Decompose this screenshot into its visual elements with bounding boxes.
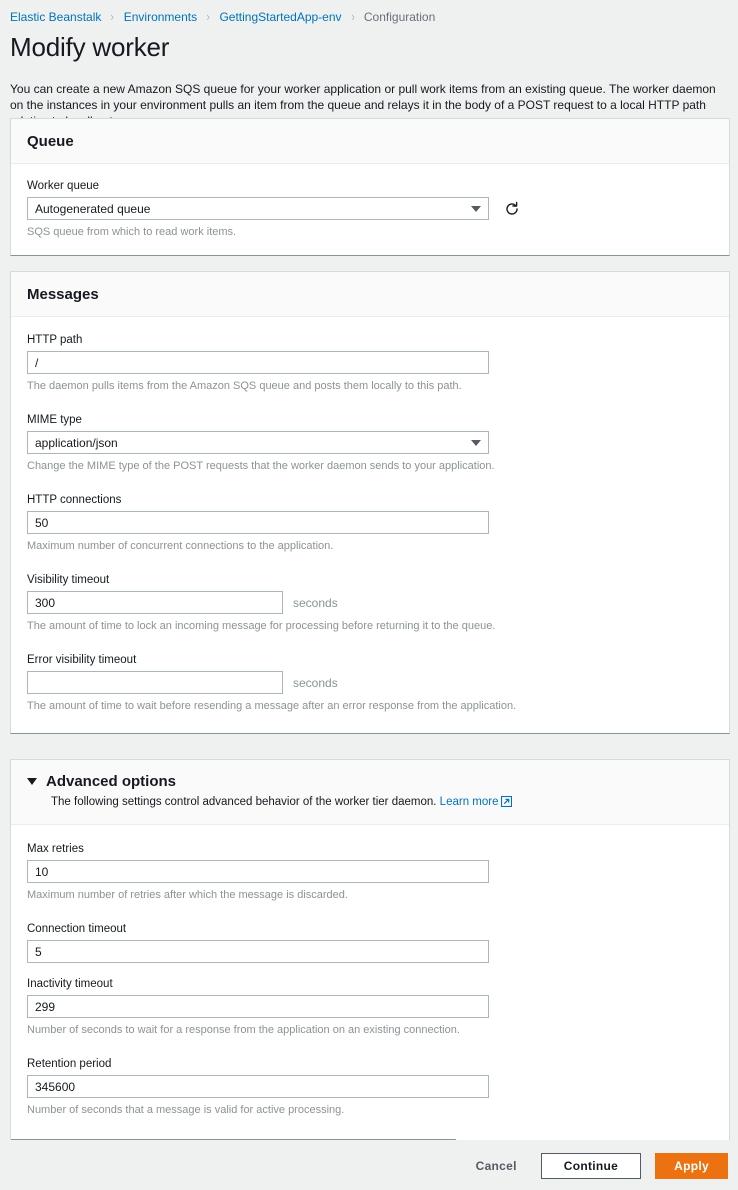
apply-button[interactable]: Apply	[655, 1153, 728, 1179]
messages-panel-body: HTTP path The daemon pulls items from th…	[11, 317, 729, 733]
error-visibility-timeout-field: Error visibility timeout seconds The amo…	[27, 654, 713, 713]
max-retries-field: Max retries Maximum number of retries af…	[27, 843, 713, 902]
messages-panel: Messages HTTP path The daemon pulls item…	[10, 271, 730, 734]
worker-queue-control-row: Autogenerated queue	[27, 197, 713, 220]
visibility-timeout-input[interactable]	[27, 591, 283, 614]
connection-timeout-input[interactable]	[27, 940, 489, 963]
cancel-button[interactable]: Cancel	[466, 1153, 527, 1179]
worker-queue-field: Worker queue Autogenerated queue	[27, 180, 713, 239]
http-path-label: HTTP path	[27, 334, 713, 346]
queue-panel-header: Queue	[11, 119, 729, 164]
inactivity-timeout-field: Inactivity timeout Number of seconds to …	[27, 978, 713, 1037]
visibility-timeout-field: Visibility timeout seconds The amount of…	[27, 574, 713, 633]
mime-type-select-wrap: application/json	[27, 431, 489, 454]
worker-queue-select[interactable]: Autogenerated queue	[27, 197, 489, 220]
advanced-options-title: Advanced options	[46, 773, 176, 790]
advanced-options-header[interactable]: Advanced options The following settings …	[11, 760, 729, 825]
advanced-options-panel: Advanced options The following settings …	[10, 759, 730, 1140]
refresh-icon[interactable]	[503, 200, 521, 218]
learn-more-link[interactable]: Learn more	[440, 796, 499, 808]
worker-queue-label: Worker queue	[27, 180, 713, 192]
retention-period-hint: Number of seconds that a message is vali…	[27, 1103, 713, 1117]
http-connections-input[interactable]	[27, 511, 489, 534]
messages-panel-header: Messages	[11, 272, 729, 317]
retention-period-label: Retention period	[27, 1058, 713, 1070]
http-path-field: HTTP path The daemon pulls items from th…	[27, 334, 713, 393]
mime-type-field: MIME type application/json Change the MI…	[27, 414, 713, 473]
worker-queue-select-value: Autogenerated queue	[35, 202, 150, 216]
breadcrumb-item-environment-name[interactable]: GettingStartedApp-env	[219, 10, 341, 24]
footer-action-bar: Cancel Continue Apply	[0, 1141, 738, 1190]
http-connections-field: HTTP connections Maximum number of concu…	[27, 494, 713, 553]
max-retries-label: Max retries	[27, 843, 713, 855]
breadcrumb-item-elastic-beanstalk[interactable]: Elastic Beanstalk	[10, 10, 101, 24]
connection-timeout-field: Connection timeout	[27, 923, 713, 963]
queue-panel: Queue Worker queue Autogenerated queue	[10, 118, 730, 256]
caret-down-icon[interactable]	[27, 778, 37, 785]
max-retries-input[interactable]	[27, 860, 489, 883]
error-visibility-timeout-input[interactable]	[27, 671, 283, 694]
breadcrumb-item-configuration: Configuration	[364, 10, 435, 24]
mime-type-hint: Change the MIME type of the POST request…	[27, 459, 713, 473]
page-title: Modify worker	[10, 32, 738, 63]
breadcrumb-separator-icon: ›	[207, 10, 210, 23]
visibility-timeout-unit: seconds	[293, 596, 338, 610]
visibility-timeout-label: Visibility timeout	[27, 574, 713, 586]
mime-type-label: MIME type	[27, 414, 713, 426]
advanced-options-subtitle-text: The following settings control advanced …	[51, 796, 436, 808]
breadcrumb-item-environments[interactable]: Environments	[124, 10, 197, 24]
advanced-options-title-row: Advanced options	[27, 773, 713, 790]
worker-queue-select-wrap: Autogenerated queue	[27, 197, 489, 220]
modify-worker-page: Elastic Beanstalk › Environments › Getti…	[0, 0, 738, 1190]
http-connections-label: HTTP connections	[27, 494, 713, 506]
messages-panel-title: Messages	[27, 286, 713, 303]
connection-timeout-label: Connection timeout	[27, 923, 713, 935]
queue-panel-title: Queue	[27, 133, 713, 150]
inactivity-timeout-hint: Number of seconds to wait for a response…	[27, 1023, 713, 1037]
external-link-icon[interactable]	[501, 796, 512, 810]
http-path-input[interactable]	[27, 351, 489, 374]
max-retries-hint: Maximum number of retries after which th…	[27, 888, 713, 902]
advanced-options-body: Max retries Maximum number of retries af…	[11, 825, 729, 1139]
mime-type-select[interactable]: application/json	[27, 431, 489, 454]
error-visibility-timeout-unit: seconds	[293, 676, 338, 690]
advanced-options-subtitle: The following settings control advanced …	[51, 796, 713, 810]
retention-period-input[interactable]	[27, 1075, 489, 1098]
inactivity-timeout-input[interactable]	[27, 995, 489, 1018]
worker-queue-hint: SQS queue from which to read work items.	[27, 225, 713, 239]
breadcrumb-separator-icon: ›	[111, 10, 114, 23]
advanced-options-bottom-rule	[11, 1139, 456, 1140]
visibility-timeout-hint: The amount of time to lock an incoming m…	[27, 619, 713, 633]
queue-panel-body: Worker queue Autogenerated queue	[11, 164, 729, 255]
breadcrumb-separator-icon: ›	[351, 10, 354, 23]
error-visibility-timeout-hint: The amount of time to wait before resend…	[27, 699, 713, 713]
error-visibility-timeout-label: Error visibility timeout	[27, 654, 713, 666]
visibility-timeout-row: seconds	[27, 591, 713, 614]
breadcrumb: Elastic Beanstalk › Environments › Getti…	[0, 0, 738, 26]
retention-period-field: Retention period Number of seconds that …	[27, 1058, 713, 1117]
continue-button[interactable]: Continue	[541, 1153, 641, 1179]
http-path-hint: The daemon pulls items from the Amazon S…	[27, 379, 713, 393]
http-connections-hint: Maximum number of concurrent connections…	[27, 539, 713, 553]
mime-type-select-value: application/json	[35, 436, 118, 450]
error-visibility-timeout-row: seconds	[27, 671, 713, 694]
inactivity-timeout-label: Inactivity timeout	[27, 978, 713, 990]
